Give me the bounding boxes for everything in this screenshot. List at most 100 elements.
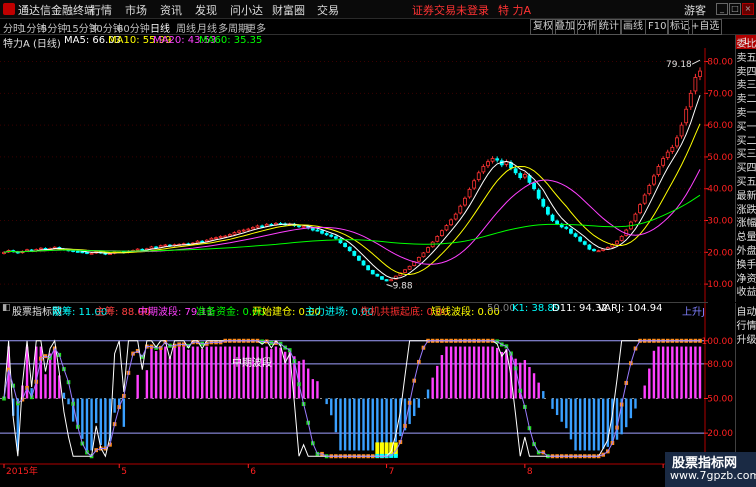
indicator-histogram-bar bbox=[477, 346, 480, 399]
indicator-histogram-bar bbox=[316, 381, 319, 399]
close-icon[interactable]: × bbox=[742, 3, 754, 15]
toolbar-button-4[interactable]: 画线 bbox=[620, 19, 646, 35]
candle bbox=[518, 173, 523, 178]
period-toolbar: 分时 1分钟 5分钟 15分钟 30分钟 60分钟 日线 周线 月线 多周期 更多 复权 叠加 分析 统计… bbox=[0, 19, 756, 35]
indicator-histogram-bar bbox=[191, 346, 195, 399]
candle bbox=[357, 255, 361, 261]
candle bbox=[154, 246, 159, 249]
candle bbox=[158, 245, 163, 248]
period-7[interactable]: 周线 bbox=[176, 20, 196, 35]
candle bbox=[214, 237, 218, 240]
menu-news[interactable]: 资讯 bbox=[160, 2, 182, 18]
candle bbox=[347, 246, 352, 252]
period-9[interactable]: 多周期 bbox=[218, 20, 248, 35]
settings-icon[interactable]: ◧ bbox=[2, 303, 11, 313]
sidebar-item-8[interactable]: 买三 bbox=[736, 149, 756, 161]
indicator-histogram-bar bbox=[671, 346, 674, 399]
candle bbox=[555, 220, 560, 225]
indicator-histogram-bar bbox=[694, 346, 697, 399]
toolbar-button-3[interactable]: 统计 bbox=[596, 19, 622, 35]
indicator-histogram-bar bbox=[182, 346, 185, 399]
candle bbox=[108, 253, 112, 255]
menu-market[interactable]: 市场 bbox=[125, 2, 147, 18]
period-6[interactable]: 日线 bbox=[150, 20, 170, 35]
sidebar-item-11[interactable]: 最新 bbox=[736, 191, 756, 203]
candle bbox=[670, 146, 675, 152]
menu-trade[interactable]: 交易 bbox=[317, 2, 339, 18]
indicator-histogram-bar bbox=[85, 398, 89, 451]
sidebar-bottom-item-2[interactable]: 升级 bbox=[736, 335, 756, 347]
quote-sidebar: L 委比 卖五 卖四 卖三 卖二 卖一 买一 买二 买三 买四 买五 最新 涨跌 涨幅 总量 外盘 换手 净资 收益 bbox=[735, 35, 756, 302]
menu-market-quotes[interactable]: 行情 bbox=[90, 2, 112, 18]
sidebar-item-16[interactable]: 换手 bbox=[736, 260, 756, 272]
menu-discover[interactable]: 发现 bbox=[195, 2, 217, 18]
indicator-histogram-bar bbox=[260, 347, 264, 399]
date-tick-label: 2015年 bbox=[6, 465, 38, 476]
period-8[interactable]: 月线 bbox=[197, 20, 217, 35]
sidebar-item-15[interactable]: 外盘 bbox=[736, 246, 756, 258]
indicator-histogram-bar bbox=[168, 357, 172, 399]
period-5[interactable]: 60分钟 bbox=[117, 20, 150, 35]
indicator-histogram-bar bbox=[67, 398, 70, 405]
indicator-histogram-bar bbox=[39, 346, 43, 399]
chart-area[interactable]: 80.00 70.00 60.00 50.00 40.00 30.00 20.00 10.00… bbox=[0, 48, 735, 476]
sidebar-item-6[interactable]: 买一 bbox=[736, 122, 756, 134]
indicator-histogram-bar bbox=[302, 359, 305, 399]
sidebar-item-14[interactable]: 总量 bbox=[736, 232, 756, 244]
indicator-histogram-bar bbox=[459, 346, 462, 399]
app-logo-icon bbox=[3, 3, 15, 15]
period-10[interactable]: 更多 bbox=[246, 20, 266, 35]
maximize-icon[interactable]: □ bbox=[729, 3, 741, 15]
candle bbox=[149, 246, 154, 249]
sidebar-item-13[interactable]: 涨幅 bbox=[736, 218, 756, 230]
menu-wealth-circle[interactable]: 财富圈 bbox=[272, 2, 305, 18]
sidebar-item-3[interactable]: 卖三 bbox=[736, 80, 756, 92]
ma60-line bbox=[3, 194, 701, 253]
indicator-histogram-bar bbox=[528, 367, 531, 399]
menu-ask[interactable]: 问小达 bbox=[230, 2, 263, 18]
indicator-histogram-bar bbox=[210, 346, 213, 399]
indicator-histogram-bar bbox=[495, 347, 499, 399]
toolbar-button-5[interactable]: F10 bbox=[645, 19, 670, 35]
sidebar-item-18[interactable]: 收益 bbox=[736, 287, 756, 299]
period-2[interactable]: 5分钟 bbox=[41, 20, 67, 35]
high-price-label: 79.18 bbox=[666, 60, 692, 70]
candle bbox=[513, 168, 518, 174]
minimize-icon[interactable]: _ bbox=[716, 3, 728, 15]
candle bbox=[495, 158, 500, 161]
sidebar-bottom-item-0[interactable]: 自动 bbox=[736, 307, 756, 319]
sidebar-item-17[interactable]: 净资 bbox=[736, 274, 756, 286]
candle bbox=[532, 182, 536, 190]
sidebar-item-4[interactable]: 卖二 bbox=[736, 94, 756, 106]
toolbar-button-7[interactable]: +自选 bbox=[688, 19, 723, 35]
indicator-histogram-bar bbox=[307, 368, 310, 399]
candle bbox=[163, 244, 168, 247]
candle bbox=[665, 151, 670, 158]
candle bbox=[223, 235, 228, 238]
indicator-histogram-bar bbox=[569, 398, 573, 440]
sidebar-item-12[interactable]: 涨跌 bbox=[736, 205, 756, 217]
date-tick-label: 8 bbox=[527, 467, 533, 476]
trade-login-warning[interactable]: 证券交易未登录 bbox=[412, 2, 489, 18]
sidebar-item-10[interactable]: 买五 bbox=[736, 177, 756, 189]
ma-label-3: MA60: 35.35 bbox=[199, 35, 263, 46]
indicator-tick-label: 80.00 bbox=[707, 360, 733, 370]
indicator-histogram-bar bbox=[634, 398, 637, 409]
candle bbox=[536, 189, 541, 199]
candle bbox=[416, 256, 421, 262]
indicator-histogram-bar bbox=[159, 346, 162, 399]
indicator-histogram-bar bbox=[247, 346, 250, 399]
indicator-histogram-bar bbox=[588, 398, 591, 451]
guest-label[interactable]: 游客 bbox=[684, 2, 706, 18]
indicator-histogram-bar bbox=[463, 346, 467, 399]
indicator-histogram-bar bbox=[53, 346, 56, 399]
sidebar-item-0[interactable]: 委比 bbox=[736, 39, 756, 51]
sidebar-bottom-item-1[interactable]: 行情 bbox=[736, 321, 756, 333]
sidebar-item-7[interactable]: 买二 bbox=[736, 136, 756, 148]
sidebar-item-9[interactable]: 买四 bbox=[736, 163, 756, 175]
sidebar-item-5[interactable]: 卖一 bbox=[736, 108, 756, 120]
title-bar: 通达信金融终端 行情 市场 资讯 发现 问小达 财富圈 交易 证券交易未登录 特… bbox=[0, 0, 756, 19]
sidebar-item-1[interactable]: 卖五 bbox=[736, 53, 756, 65]
sidebar-item-2[interactable]: 卖四 bbox=[736, 67, 756, 79]
candle bbox=[619, 236, 624, 241]
